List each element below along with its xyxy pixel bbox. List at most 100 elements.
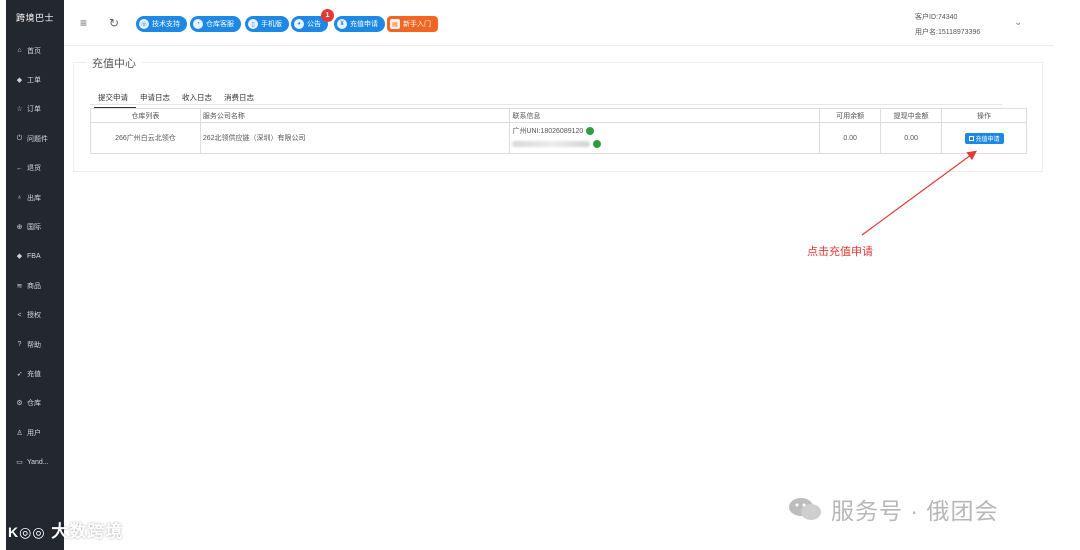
warehouse-service-label: 仓库客服 — [206, 21, 234, 28]
tab-request-log[interactable]: 申请日志 — [136, 90, 178, 108]
sidebar-item-label: 退货 — [27, 165, 41, 173]
stack-icon: ≋ — [16, 282, 23, 290]
arrow-left-icon: ← — [16, 164, 23, 172]
recharge-request-top-label: 充值申请 — [350, 21, 378, 28]
app-window: 跨境巴士 ⌂ 首页 ◆ 工单 ☆ 订单 ⏻ 问题件 ← 退货 ♁ 出库 ⊕ 国际 ◆ FBA ≋ 商品 < 授权 ? 帮助… — [0, 0, 1080, 550]
warehouse-table: 仓库列表 服务公司名称 联系信息 可用余额 提现中金额 操作 266广州白云北领… — [90, 108, 1027, 154]
username: 用户名:15118973396 — [915, 29, 981, 36]
customer-id: 客户ID:74340 — [915, 14, 958, 21]
sidebar-item-label: FBA — [27, 252, 41, 260]
recharge-request-label: 充值申请 — [975, 136, 1000, 143]
sidebar-item-label: 授权 — [27, 312, 41, 320]
sidebar-item[interactable]: ⊕ 国际 — [6, 212, 64, 241]
sidebar-item[interactable]: ⚙ 仓库 — [6, 389, 64, 418]
warehouse-cell: 266广州白云北领仓 — [90, 122, 201, 154]
sidebar-item-label: 仓库 — [27, 400, 41, 408]
users-icon: ♙ — [16, 429, 23, 437]
sidebar: 跨境巴士 ⌂ 首页 ◆ 工单 ☆ 订单 ⏻ 问题件 ← 退货 ♁ 出库 ⊕ 国际 ◆ FBA ≋ 商品 < 授权 ? 帮助… — [6, 0, 64, 550]
tab-consumption-log[interactable]: 消费日志 — [220, 90, 262, 108]
mobile-version-label: 手机版 — [261, 21, 282, 28]
sidebar-nav: ⌂ 首页 ◆ 工单 ☆ 订单 ⏻ 问题件 ← 退货 ♁ 出库 ⊕ 国际 ◆ FBA ≋ 商品 < 授权 ? 帮助 ➶ 充值 ⚙ 仓… — [6, 36, 64, 477]
mobile-version-button[interactable]: ▯ 手机版 — [245, 16, 289, 32]
redacted-contact — [512, 141, 591, 148]
sidebar-item[interactable]: ⌂ 首页 — [6, 36, 64, 65]
column-header-contact: 联系信息 — [509, 108, 821, 123]
gear-icon: ⚙ — [16, 400, 23, 408]
beginner-guide-label: 新手入门 — [403, 21, 431, 28]
sidebar-item-label: 首页 — [27, 47, 41, 55]
sidebar-item[interactable]: ? 帮助 — [6, 330, 64, 359]
warehouse-service-button[interactable]: ◔ 仓库客服 — [190, 16, 241, 32]
sidebar-item[interactable]: ☆ 订单 — [6, 95, 64, 124]
tab-submit-request[interactable]: 提交申请 — [94, 90, 136, 108]
sidebar-item-label: 商品 — [27, 282, 41, 290]
wechat-icon[interactable] — [586, 127, 595, 136]
brand-logo[interactable]: 跨境巴士 — [6, 0, 64, 36]
sidebar-item-label: 帮助 — [27, 341, 41, 349]
thumb-icon: ♁ — [16, 194, 23, 202]
beginner-guide-button[interactable]: ▤ 新手入门 — [387, 16, 438, 32]
available-balance-cell: 0.00 — [819, 122, 882, 154]
company-cell: 262北领供应链（深圳）有限公司 — [199, 122, 511, 154]
page-title: 充值中心 — [86, 55, 142, 71]
sidebar-item[interactable]: < 授权 — [6, 301, 64, 330]
send-icon: ➶ — [16, 370, 23, 378]
column-header-action: 操作 — [941, 108, 1027, 123]
book-icon: ▤ — [390, 19, 400, 29]
column-header-warehouse: 仓库列表 — [90, 108, 201, 123]
wechat-logo-icon — [789, 498, 821, 520]
diamond-icon: ◆ — [16, 253, 23, 261]
account-info: 客户ID:74340 用户名:15118973396 — [915, 10, 980, 40]
star-icon: ☆ — [16, 106, 23, 114]
contact-cell: 广州UNI:18026089120 — [509, 122, 821, 154]
sidebar-item[interactable]: ▭ Yand... — [6, 447, 64, 476]
sidebar-item[interactable]: ♁ 出库 — [6, 183, 64, 212]
watermark-left-text: 大数跨境 — [51, 522, 124, 541]
recharge-request-top-button[interactable]: ¥ 充值申请 — [334, 16, 385, 32]
sidebar-item[interactable]: ◆ FBA — [6, 242, 64, 271]
recharge-center-panel: 充值中心 提交申请 申请日志 收入日志 消费日志 仓库列表 服务公司名称 联系信… — [73, 55, 1043, 172]
contact-line: 广州UNI:18026089120 — [512, 125, 819, 138]
card-icon: ▭ — [16, 459, 23, 467]
sidebar-item-label: 出库 — [27, 194, 41, 202]
sidebar-item-label: 充值 — [27, 370, 41, 378]
announcement-label: 公告 — [307, 21, 321, 28]
chevron-down-icon[interactable]: ⌄ — [1014, 17, 1022, 28]
globe-icon: ⊕ — [16, 224, 23, 232]
edit-icon — [968, 135, 974, 141]
phone-icon: ▯ — [248, 19, 258, 29]
diamond-icon: ◆ — [16, 77, 23, 85]
watermark-logo-icon: K◎◎ — [8, 524, 46, 540]
table-header-row: 仓库列表 服务公司名称 联系信息 可用余额 提现中金额 操作 — [90, 108, 1027, 123]
headphones-icon: ◔ — [193, 19, 203, 29]
tab-income-log[interactable]: 收入日志 — [178, 90, 220, 108]
megaphone-icon: ◕ — [294, 19, 304, 29]
sidebar-item[interactable]: ≋ 商品 — [6, 271, 64, 300]
refresh-icon[interactable]: ↻ — [109, 16, 119, 30]
money-icon: ¥ — [337, 19, 347, 29]
sidebar-item[interactable]: ⏻ 问题件 — [6, 124, 64, 153]
column-header-available: 可用余额 — [819, 108, 882, 123]
headset-icon: ☏ — [139, 19, 149, 29]
contact-phone: 广州UNI:18026089120 — [512, 128, 584, 135]
sidebar-item[interactable]: ← 退货 — [6, 154, 64, 183]
sidebar-item[interactable]: ◆ 工单 — [6, 65, 64, 94]
annotation-text: 点击充值申请 — [807, 246, 873, 258]
column-header-company: 服务公司名称 — [199, 108, 511, 123]
recharge-request-button[interactable]: 充值申请 — [964, 132, 1004, 144]
sidebar-item-label: 工单 — [27, 77, 41, 85]
contact-line-redacted — [512, 138, 819, 151]
tech-support-label: 技术支持 — [152, 21, 180, 28]
share-icon: < — [17, 311, 22, 319]
sidebar-item-label: 用户 — [27, 429, 41, 437]
watermark-left: K◎◎ 大数跨境 — [8, 517, 123, 542]
sidebar-item[interactable]: ♙ 用户 — [6, 418, 64, 447]
menu-icon[interactable]: ≡ — [80, 16, 87, 30]
action-cell: 充值申请 — [941, 122, 1027, 154]
sidebar-item[interactable]: ➶ 充值 — [6, 359, 64, 388]
sidebar-item-label: 问题件 — [27, 135, 48, 143]
wechat-icon[interactable] — [593, 140, 602, 149]
tech-support-button[interactable]: ☏ 技术支持 — [136, 16, 187, 32]
column-header-withdrawing: 提现中金额 — [880, 108, 943, 123]
notification-badge: 1 — [321, 9, 334, 22]
